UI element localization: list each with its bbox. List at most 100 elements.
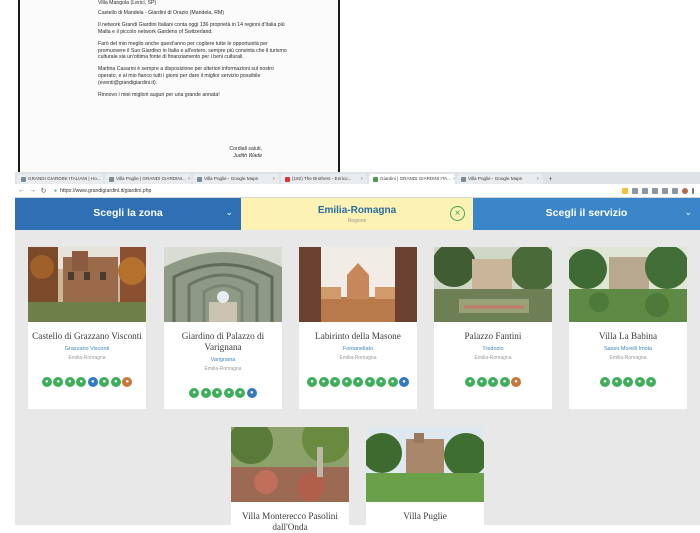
garden-card[interactable]: Giardino di Palazzo di Varignana Varigna… [164, 247, 282, 409]
close-icon[interactable]: × [272, 174, 275, 184]
service-icons: ●●●●● [434, 377, 552, 388]
garden-card[interactable]: Palazzo Fantini Tredozio Emilia-Romagna … [434, 247, 552, 409]
scanned-letter: Villa Mangola (Lerici, SP) Castello di M… [18, 0, 340, 172]
favicon-icon [373, 177, 378, 182]
extension-icon[interactable] [672, 188, 678, 194]
service-icon: ● [235, 388, 245, 398]
favicon-icon [197, 177, 202, 182]
service-icon: ● [612, 377, 622, 387]
filter-bar: Scegli la zona ⌄ Emilia-Romagna Regione … [15, 198, 700, 230]
forward-icon[interactable]: → [28, 187, 37, 194]
service-icon: ● [500, 377, 510, 387]
garden-title[interactable]: Giardino di Palazzo di Varignana [164, 331, 282, 353]
browser-tab[interactable]: Villa Puglie | GRANDI GIARDINI...× [105, 174, 191, 184]
service-icon: ● [76, 377, 86, 387]
garden-title[interactable]: Villa Puglie [366, 511, 484, 522]
letter-paragraph: Martina Casarini è sempre a disposizione… [98, 66, 288, 87]
extension-icon[interactable] [632, 188, 638, 194]
garden-title[interactable]: Villa Monterecco Pasolini dall'Onda [231, 511, 349, 533]
garden-location: Grazzano Visconti [28, 346, 146, 352]
profile-avatar-icon[interactable] [682, 188, 688, 194]
service-dropdown[interactable]: Scegli il servizio ⌄ [473, 198, 700, 230]
favicon-icon [109, 177, 114, 182]
service-icon: ● [635, 377, 645, 387]
garden-region: Emilia-Romagna [164, 366, 282, 372]
region-selected[interactable]: Emilia-Romagna Regione × [241, 198, 473, 230]
new-tab-button[interactable]: + [546, 175, 555, 184]
lock-icon: ● [54, 187, 57, 195]
garden-card[interactable]: Labirinto della Masone Fontanellato Emil… [299, 247, 417, 409]
garden-region: Emilia-Romagna [569, 355, 687, 361]
toolbar-extensions [622, 188, 694, 194]
menu-icon[interactable] [692, 188, 694, 194]
service-icon: ● [99, 377, 109, 387]
address-bar[interactable]: ● https://www.grandigiardini.it/giardini… [54, 187, 574, 195]
letter-body: Villa Mangola (Lerici, SP) Castello di M… [98, 0, 288, 104]
favicon-icon [21, 177, 26, 182]
browser-tab[interactable]: Villa Puglie - Google Maps× [457, 174, 543, 184]
service-icon: ● [477, 377, 487, 387]
garden-card[interactable]: Villa Monterecco Pasolini dall'Onda [231, 427, 349, 525]
service-icon: ● [600, 377, 610, 387]
zone-dropdown-label: Scegli la zona [15, 207, 241, 219]
service-icon: ● [189, 388, 199, 398]
garden-title[interactable]: Labirinto della Masone [299, 331, 417, 342]
letter-paragraph: Rinnovo i miei migliori auguri per una g… [98, 92, 288, 99]
garden-photo [366, 427, 484, 502]
garden-title[interactable]: Villa La Babina [569, 331, 687, 342]
garden-card[interactable]: Villa La Babina Sasso Morelli Imola Emil… [569, 247, 687, 409]
zone-dropdown[interactable]: Scegli la zona ⌄ [15, 198, 241, 230]
letter-line: Castello di Mandela - Giardini di Orazio… [98, 10, 224, 16]
url-text: https://www.grandigiardini.it/giardini.p… [60, 187, 151, 195]
extension-icon[interactable] [662, 188, 668, 194]
garden-location: Tredozio [434, 346, 552, 352]
service-icons: ●●●●●●●●● [299, 377, 417, 388]
service-icon: ● [122, 377, 132, 387]
chevron-down-icon: ⌄ [225, 207, 233, 218]
garden-region: Emilia-Romagna [299, 355, 417, 361]
browser-tab[interactable]: Villa Puglie - Google Maps× [193, 174, 279, 184]
service-icon: ● [646, 377, 656, 387]
favicon-icon [461, 177, 466, 182]
bookmark-star-icon[interactable] [622, 188, 628, 194]
service-icon: ● [623, 377, 633, 387]
garden-location: Varignana [164, 357, 282, 363]
browser-tab[interactable]: GRANDI GIARDINI ITALIANI | Ho...× [17, 174, 103, 184]
close-icon[interactable]: × [188, 174, 191, 184]
garden-photo [28, 247, 146, 322]
back-icon[interactable]: ← [17, 187, 26, 194]
close-icon[interactable]: × [536, 174, 539, 184]
garden-title[interactable]: Castello di Grazzano Visconti [28, 331, 146, 342]
region-label: Emilia-Romagna [241, 205, 473, 216]
service-icon: ● [465, 377, 475, 387]
service-icon: ● [511, 377, 521, 387]
service-icon: ● [212, 388, 222, 398]
region-sublabel: Regione [241, 218, 473, 224]
service-icon: ● [247, 388, 257, 398]
clear-region-button[interactable]: × [450, 206, 465, 221]
letter-signature-block: Cordiali saluti, Judith Wade [229, 146, 262, 160]
service-icon: ● [224, 388, 234, 398]
browser-tab-active[interactable]: Giardini | GRANDI GIARDINI ITA...× [369, 174, 455, 184]
extension-icon[interactable] [652, 188, 658, 194]
letter-paragraph: Farò del mio meglio anche quest'anno per… [98, 41, 288, 62]
service-icon: ● [201, 388, 211, 398]
service-icons: ●●●●● [569, 377, 687, 388]
close-icon[interactable]: × [453, 174, 455, 184]
service-icon: ● [88, 377, 98, 387]
browser-tab[interactable]: (182) The Brothers - Enrico...× [281, 174, 367, 184]
extension-icon[interactable] [642, 188, 648, 194]
letter-closing: Cordiali saluti, [229, 146, 262, 153]
browser-toolbar: ← → ↻ ● https://www.grandigiardini.it/gi… [15, 184, 700, 198]
garden-card[interactable]: Villa Puglie [366, 427, 484, 525]
service-icons: ●●●●●●●● [28, 377, 146, 388]
close-icon[interactable]: × [360, 174, 363, 184]
service-icon: ● [388, 377, 398, 387]
service-icon: ● [365, 377, 375, 387]
reload-icon[interactable]: ↻ [39, 187, 48, 195]
garden-location: Fontanellato [299, 346, 417, 352]
garden-photo [569, 247, 687, 322]
garden-title[interactable]: Palazzo Fantini [434, 331, 552, 342]
letter-signature: Judith Wade [229, 153, 262, 160]
garden-card[interactable]: Castello di Grazzano Visconti Grazzano V… [28, 247, 146, 409]
